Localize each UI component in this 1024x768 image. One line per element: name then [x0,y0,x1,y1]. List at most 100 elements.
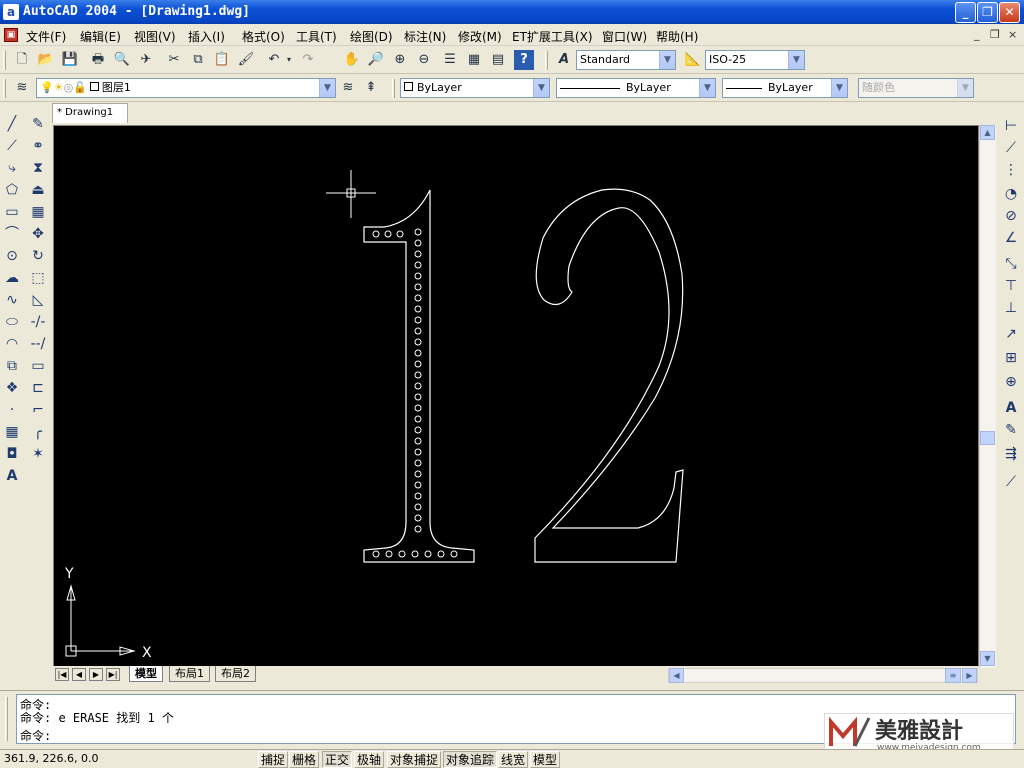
tab-layout1[interactable]: 布局1 [169,666,210,682]
help-icon[interactable]: ? [514,50,534,70]
continue-dimension-icon[interactable]: ⊥ [1001,298,1021,318]
chevron-down-icon[interactable]: ▼ [659,51,675,69]
angular-dimension-icon[interactable]: ∠ [1001,228,1021,248]
lineweight-select[interactable]: ByLayer ▼ [722,78,848,98]
polygon-icon[interactable]: ⬠ [2,180,22,200]
chevron-down-icon[interactable]: ▼ [831,79,847,97]
linetype-select[interactable]: ByLayer ▼ [556,78,716,98]
offset-icon[interactable]: ⏏ [28,180,48,200]
text-style-icon[interactable]: A [554,50,574,70]
spline-icon[interactable]: ∿ [2,290,22,310]
publish-icon[interactable]: ✈ [136,50,156,70]
document-tab[interactable]: * Drawing1 [52,103,128,123]
open-icon[interactable]: 📂 [36,50,56,70]
scroll-up-icon[interactable]: ▲ [980,125,995,140]
revision-cloud-icon[interactable]: ☁ [2,268,22,288]
copy-icon[interactable]: ⧉ [188,50,208,70]
rotate-icon[interactable]: ↻ [28,246,48,266]
menu-format[interactable]: 格式(O) [242,28,285,45]
osnap-toggle[interactable]: 对象捕捉 [387,751,442,768]
plot-icon[interactable]: 🖶 [88,50,108,70]
circle-icon[interactable]: ⊙ [2,246,22,266]
undo-dropdown-icon[interactable]: ▾ [284,50,294,70]
baseline-dimension-icon[interactable]: ⊤ [1001,276,1021,296]
insert-block-icon[interactable]: ⧉ [2,356,22,376]
doc-close-button[interactable]: × [1008,28,1017,41]
color-select[interactable]: ByLayer ▼ [400,78,550,98]
dimension-edit-icon[interactable]: A [1001,398,1021,418]
paste-icon[interactable]: 📋 [212,50,232,70]
center-mark-icon[interactable]: ⊕ [1001,372,1021,392]
toolbar-grip[interactable] [392,79,395,98]
point-icon[interactable]: · [2,400,22,420]
diameter-dimension-icon[interactable]: ⊘ [1001,206,1021,226]
horizontal-scroll-thumb[interactable]: ≡ [945,668,961,683]
stretch-icon[interactable]: ◺ [28,290,48,310]
snap-toggle[interactable]: 捕捉 [258,751,289,768]
doc-minimize-button[interactable]: _ [974,28,980,41]
ellipse-icon[interactable]: ⬭ [2,312,22,332]
scroll-down-icon[interactable]: ▼ [980,651,995,666]
tab-layout2[interactable]: 布局2 [215,666,256,682]
last-tab-icon[interactable]: ▶| [106,668,120,681]
quick-leader-icon[interactable]: ↗ [1001,324,1021,344]
cut-icon[interactable]: ✂ [164,50,184,70]
pan-icon[interactable]: ✋ [342,50,362,70]
scroll-right-icon[interactable]: ▶ [962,668,977,683]
title-bar[interactable]: a AutoCAD 2004 - [Drawing1.dwg] _ ❐ ✕ [0,0,1024,24]
properties-icon[interactable]: ☰ [440,50,460,70]
drawing-canvas[interactable]: Y X [53,125,979,668]
region-icon[interactable]: ◘ [2,444,22,464]
scale-icon[interactable]: ⬚ [28,268,48,288]
hatch-icon[interactable]: ▦ [2,422,22,442]
arc-icon[interactable]: ⌒ [2,224,22,244]
dimension-style-icon[interactable]: 📐 [683,50,703,70]
rectangle-icon[interactable]: ▭ [2,202,22,222]
menu-dimension[interactable]: 标注(N) [404,28,446,45]
text-style-select[interactable]: Standard ▼ [576,50,676,70]
make-object-layer-current-icon[interactable]: ≋ [338,78,358,98]
chevron-down-icon[interactable]: ▼ [699,79,715,97]
scroll-left-icon[interactable]: ◀ [669,668,684,683]
next-tab-icon[interactable]: ▶ [89,668,103,681]
menu-modify[interactable]: 修改(M) [458,28,502,45]
digit-two-outline[interactable] [534,188,684,563]
ellipse-arc-icon[interactable]: ◠ [2,334,22,354]
zoom-previous-icon[interactable]: ⊖ [414,50,434,70]
otrack-toggle[interactable]: 对象追踪 [443,751,498,768]
layer-viewport-icon[interactable]: ◎ [64,81,74,94]
vertical-scroll-thumb[interactable] [980,431,995,445]
polyline-icon[interactable]: ⤷ [2,158,22,178]
menu-window[interactable]: 窗口(W) [602,28,647,45]
make-block-icon[interactable]: ❖ [2,378,22,398]
dimension-update-icon[interactable]: ⇶ [1001,444,1021,464]
dimension-text-edit-icon[interactable]: ✎ [1001,420,1021,440]
break-icon[interactable]: ⊏ [28,378,48,398]
first-tab-icon[interactable]: |◀ [55,668,69,681]
dimension-style-select[interactable]: ISO-25 ▼ [705,50,805,70]
drawing-doc-icon[interactable]: ▣ [4,28,18,42]
prev-tab-icon[interactable]: ◀ [72,668,86,681]
grid-toggle[interactable]: 栅格 [289,751,320,768]
layer-thaw-icon[interactable]: ☀ [54,81,64,94]
layer-on-icon[interactable]: 💡 [40,81,54,94]
chevron-down-icon[interactable]: ▼ [788,51,804,69]
layer-manager-icon[interactable]: ≋ [12,78,32,98]
doc-restore-button[interactable]: ❐ [990,28,1000,41]
design-center-icon[interactable]: ▦ [464,50,484,70]
trim-icon[interactable]: -/- [28,312,48,332]
ortho-toggle[interactable]: 正交 [322,751,353,768]
new-icon[interactable]: 🗋 [12,50,32,70]
menu-edit[interactable]: 编辑(E) [80,28,121,45]
command-grip[interactable] [5,697,8,741]
quick-dimension-icon[interactable]: ⤡ [1001,254,1021,274]
radius-dimension-icon[interactable]: ◔ [1001,184,1021,204]
close-button[interactable]: ✕ [999,2,1020,23]
linear-dimension-icon[interactable]: ⊢ [1001,116,1021,136]
menu-draw[interactable]: 绘图(D) [350,28,393,45]
menu-view[interactable]: 视图(V) [134,28,176,45]
save-icon[interactable]: 💾 [60,50,80,70]
zoom-window-icon[interactable]: ⊕ [390,50,410,70]
explode-icon[interactable]: ✶ [28,444,48,464]
break-at-point-icon[interactable]: ▭ [28,356,48,376]
